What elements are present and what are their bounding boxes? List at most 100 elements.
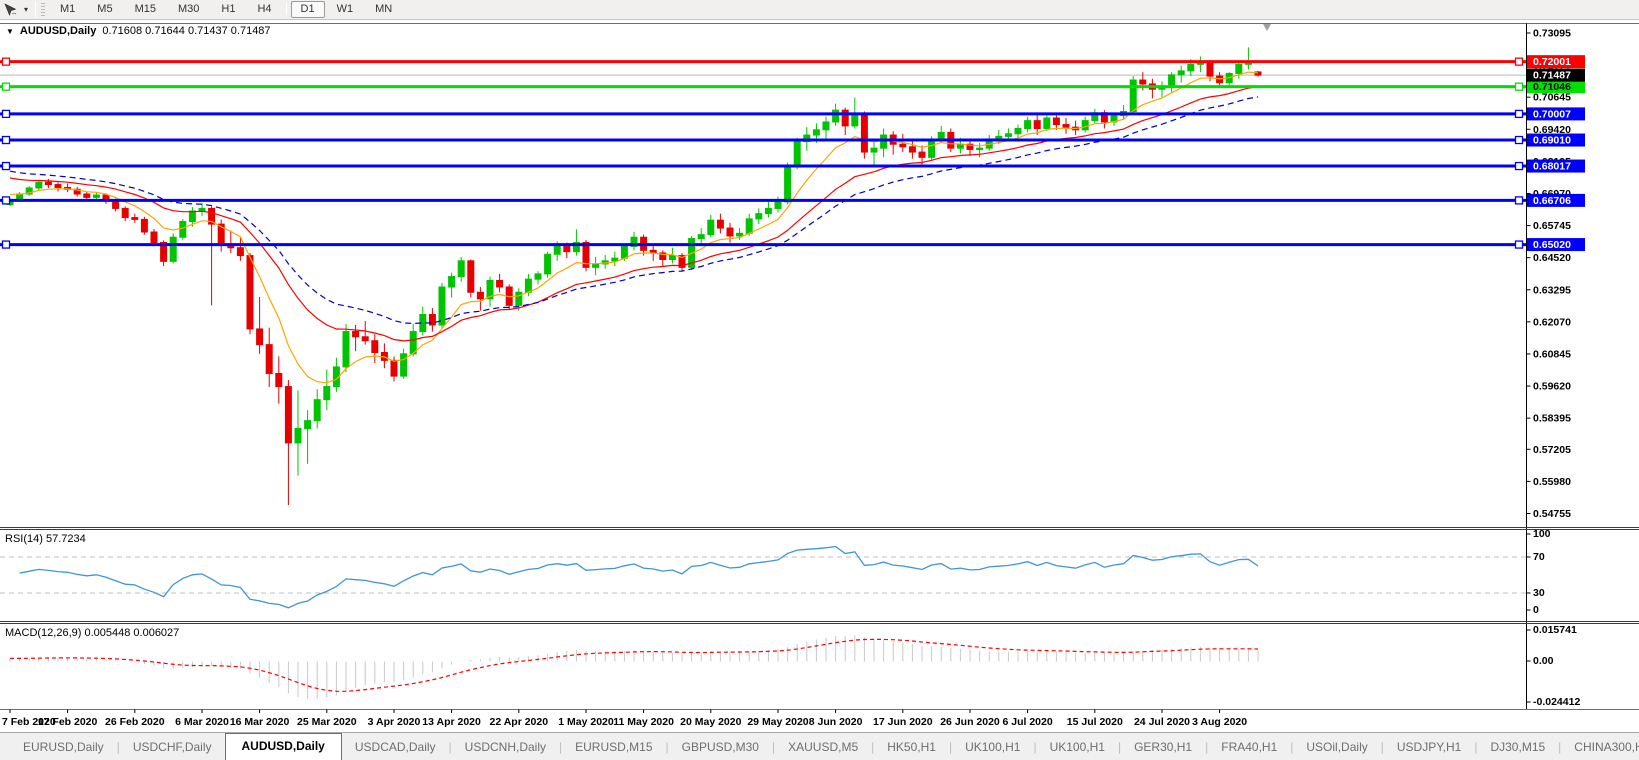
hline-handle[interactable]: [1516, 110, 1523, 117]
chart-tab-USDCNH-Daily[interactable]: USDCNH,Daily: [452, 735, 559, 760]
main-pane[interactable]: [0, 24, 1527, 505]
date-tick-label: 26 Jun 2020: [940, 716, 1000, 728]
candle-body: [1130, 80, 1136, 111]
timeframe-button-M1[interactable]: M1: [50, 1, 85, 18]
svg-text:0.69010: 0.69010: [1533, 135, 1571, 147]
chart-tab-UK100-H1[interactable]: UK100,H1: [1037, 735, 1118, 760]
candle-body: [593, 264, 599, 267]
candle-body: [189, 211, 195, 221]
toolbar-separator: [35, 2, 36, 18]
date-tick-label: 17 Feb 2020: [38, 716, 98, 728]
price-tick-label: 0.70645: [1533, 92, 1571, 104]
candle-body: [1207, 63, 1213, 76]
rsi-pane[interactable]: [0, 547, 1527, 608]
candle-body: [535, 274, 541, 279]
hline-handle[interactable]: [1516, 241, 1523, 248]
hline-handle[interactable]: [3, 58, 10, 65]
ohlc-values: 0.71608 0.71644 0.71437 0.71487: [102, 25, 270, 37]
chart-tab-GBPUSD-M30[interactable]: GBPUSD,M30: [669, 735, 772, 760]
timeframe-button-H4[interactable]: H4: [247, 1, 281, 18]
svg-text:0.66706: 0.66706: [1533, 195, 1571, 207]
svg-text:0.71046: 0.71046: [1533, 81, 1571, 93]
date-tick-label: 26 Feb 2020: [105, 716, 165, 728]
candle-body: [698, 235, 704, 239]
chart-shift-marker-icon[interactable]: [1263, 24, 1271, 31]
candle-body: [900, 144, 906, 147]
macd-pane[interactable]: [10, 635, 1258, 699]
chart-tab-USDCHF-Daily[interactable]: USDCHF,Daily: [120, 735, 225, 760]
candle-body: [36, 182, 42, 188]
candle-body: [55, 185, 61, 188]
candle-body: [305, 421, 311, 429]
candle-body: [180, 222, 186, 238]
hline-handle[interactable]: [3, 137, 10, 144]
hline-handle[interactable]: [1516, 163, 1523, 170]
date-tick-label: 24 Jul 2020: [1134, 716, 1190, 728]
svg-text:0.70007: 0.70007: [1533, 108, 1571, 120]
svg-text:0.68017: 0.68017: [1533, 161, 1571, 173]
price-tick-label: 0.63295: [1533, 284, 1571, 296]
hline-handle[interactable]: [3, 241, 10, 248]
chart-tab-GER30-H1[interactable]: GER30,H1: [1121, 735, 1205, 760]
timeframe-button-M30[interactable]: M30: [168, 1, 209, 18]
hline-handle[interactable]: [1516, 58, 1523, 65]
candle-body: [343, 332, 349, 367]
candle-body: [737, 233, 743, 236]
hline-handle[interactable]: [3, 163, 10, 170]
chart-tab-USOil-Daily[interactable]: USOil,Daily: [1293, 735, 1380, 760]
candle-body: [468, 261, 474, 292]
candle-body: [353, 332, 359, 337]
date-tick-label: 3 Aug 2020: [1192, 716, 1247, 728]
timeframe-button-W1[interactable]: W1: [327, 1, 364, 18]
candle-body: [794, 142, 800, 167]
chart-tab-EURUSD-M15[interactable]: EURUSD,M15: [562, 735, 665, 760]
chart-tab-USDCAD-Daily[interactable]: USDCAD,Daily: [342, 735, 449, 760]
timeframe-button-D1[interactable]: D1: [291, 1, 325, 18]
cursor-tool-dropdown-caret[interactable]: ▾: [20, 5, 32, 14]
candle-body: [237, 248, 243, 256]
hline-handle[interactable]: [1516, 83, 1523, 90]
candle-body: [564, 246, 570, 251]
chart-tab-EURUSD-Daily[interactable]: EURUSD,Daily: [10, 735, 117, 760]
date-tick-label: 11 May 2020: [613, 716, 674, 728]
moving-average-20: [10, 87, 1258, 341]
chart-tab-USDJPY-H1[interactable]: USDJPY,H1: [1384, 735, 1474, 760]
date-tick-label: 25 Mar 2020: [297, 716, 357, 728]
candle-body: [861, 114, 867, 152]
chart-tab-DJ30-M15[interactable]: DJ30,M15: [1477, 735, 1558, 760]
chart-canvas[interactable]: 0.730950.718700.706450.694200.681950.669…: [0, 20, 1639, 732]
chart-tab-HK50-H1[interactable]: HK50,H1: [874, 735, 949, 760]
hline-handle[interactable]: [3, 110, 10, 117]
candle-body: [1140, 80, 1146, 84]
chart-dropdown-icon[interactable]: ▼: [6, 27, 14, 36]
chart-tab-UK100-H1[interactable]: UK100,H1: [952, 735, 1033, 760]
price-tick-label: 0.58395: [1533, 413, 1571, 425]
candle-body: [919, 152, 925, 157]
candle-body: [938, 132, 944, 139]
toolbar-grip-handle[interactable]: [41, 3, 45, 17]
macd-signal-line: [10, 639, 1258, 691]
candle-body: [545, 254, 551, 274]
timeframe-button-M15[interactable]: M15: [125, 1, 166, 18]
timeframe-button-MN[interactable]: MN: [365, 1, 402, 18]
chart-tab-CHINA300-H4[interactable]: CHINA300,H4: [1561, 735, 1639, 760]
chart-tab-FRA40-H1[interactable]: FRA40,H1: [1208, 735, 1290, 760]
timeframe-button-M5[interactable]: M5: [87, 1, 122, 18]
rsi-axis-label: 70: [1533, 551, 1545, 563]
hline-handle[interactable]: [3, 197, 10, 204]
timeframe-button-H1[interactable]: H1: [211, 1, 245, 18]
hline-handle[interactable]: [1516, 197, 1523, 204]
cursor-crosshair-icon[interactable]: [0, 2, 20, 18]
chart-tab-AUDUSD-Daily[interactable]: AUDUSD,Daily: [225, 733, 342, 760]
candle-body: [525, 279, 531, 292]
candle-body: [199, 208, 205, 211]
candle-body: [823, 122, 829, 130]
hline-handle[interactable]: [1516, 137, 1523, 144]
timeframe-toolbar: ▾ M1M5M15M30H1H4 D1W1MN: [0, 0, 1639, 20]
date-tick-label: 1 May 2020: [558, 716, 614, 728]
hline-handle[interactable]: [3, 83, 10, 90]
candle-body: [151, 232, 157, 242]
candle-body: [439, 287, 445, 325]
chart-tab-bar: EURUSD,Daily|USDCHF,DailyAUDUSD,DailyUSD…: [0, 732, 1639, 760]
chart-tab-XAUUSD-M5[interactable]: XAUUSD,M5: [775, 735, 871, 760]
